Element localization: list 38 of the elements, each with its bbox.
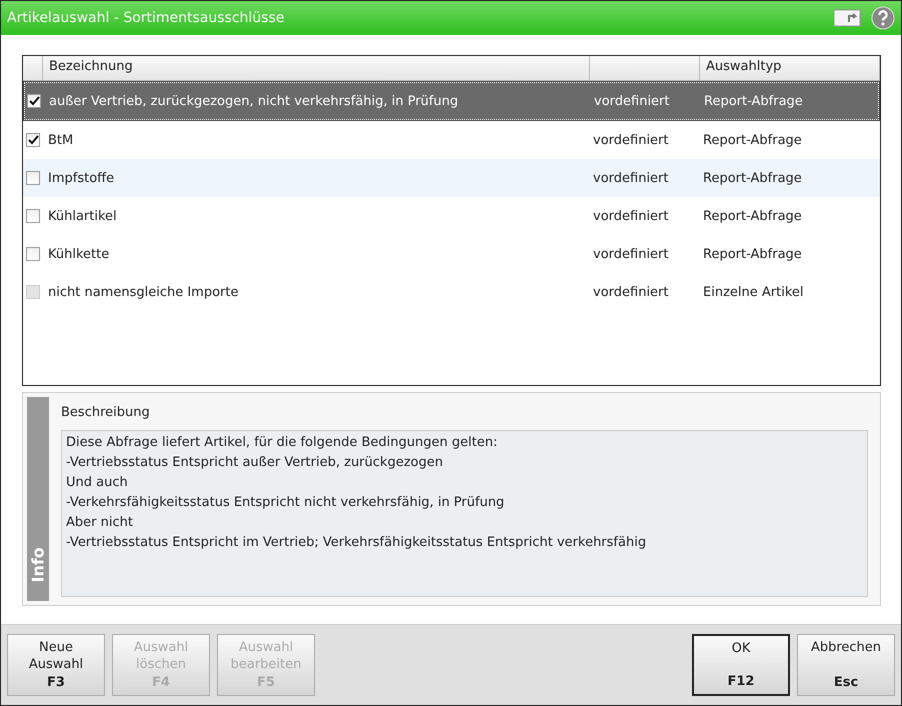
table-cell-text: Report-Abfrage <box>702 170 803 186</box>
column-header[interactable]: Bezeichnung <box>43 56 590 80</box>
column-header[interactable]: Auswahltyp <box>700 56 880 80</box>
checkbox[interactable] <box>27 94 41 108</box>
table-cell-text: vordefiniert <box>592 208 670 224</box>
table-row[interactable]: Kühlartikel vordefiniert Report-Abfrage <box>23 197 880 235</box>
description-text: Diese Abfrage liefert Artikel, für die folgende Bedingungen gelten: -Vertriebsstatus Entspricht außer Vertrieb, zurückgezogen Und auch -Verkehrsfähigkeitsstatus Entspricht nicht verkehrsfähig, in Prüfung Aber nicht -Vertriebsstatus Entspricht im Vertrieb; Verkehrsfähigkeitsstatus Entspricht verkehrsfähig <box>61 430 868 597</box>
table-cell-text: Report-Abfrage <box>702 246 803 262</box>
table-cell-text: außer Vertrieb, zurückgezogen, nicht verkehrsfähig, in Prüfung <box>48 94 460 108</box>
table-cell-text: vordefiniert <box>592 132 670 148</box>
table-cell-text: Kühlartikel <box>47 208 118 224</box>
dialog-button[interactable]: Abbrechen Esc <box>797 634 895 696</box>
table-row[interactable]: Impfstoffe vordefiniert Report-Abfrage <box>23 159 880 197</box>
table-cell-text: Report-Abfrage <box>702 208 803 224</box>
dialog-button[interactable]: OK F12 <box>692 634 790 696</box>
checkbox[interactable] <box>26 171 40 185</box>
table-cell-text: Report-Abfrage <box>703 94 804 108</box>
window-title: Artikelauswahl - Sortimentsausschlüsse <box>7 10 286 26</box>
table-cell-text: BtM <box>47 132 74 148</box>
table-cell-text: Impfstoffe <box>47 170 116 186</box>
checkbox[interactable] <box>26 247 40 261</box>
table-cell-text: vordefiniert <box>592 170 670 186</box>
table-row[interactable]: außer Vertrieb, zurückgezogen, nicht verkehrsfähig, in Prüfung vordefiniert Report-Abfrage <box>23 81 880 121</box>
description-label: Beschreibung <box>61 405 151 420</box>
checkbox[interactable] <box>26 209 40 223</box>
table-row[interactable]: BtM vordefiniert Report-Abfrage <box>23 121 880 159</box>
table-row[interactable]: Kühlkette vordefiniert Report-Abfrage <box>23 235 880 273</box>
help-icon[interactable] <box>871 6 895 30</box>
table-cell-text: Report-Abfrage <box>702 132 803 148</box>
dialog-button[interactable]: Neue Auswahl F3 <box>7 634 105 696</box>
export-icon[interactable] <box>833 8 863 28</box>
table-cell-text: nicht namensgleiche Importe <box>47 284 240 300</box>
table-cell-text: Einzelne Artikel <box>702 284 804 300</box>
table-cell-text: vordefiniert <box>592 284 670 300</box>
checkbox[interactable] <box>26 133 40 147</box>
table-cell-text: vordefiniert <box>592 246 670 262</box>
table-cell-text: vordefiniert <box>593 94 670 108</box>
table-cell-text: Kühlkette <box>47 246 110 262</box>
